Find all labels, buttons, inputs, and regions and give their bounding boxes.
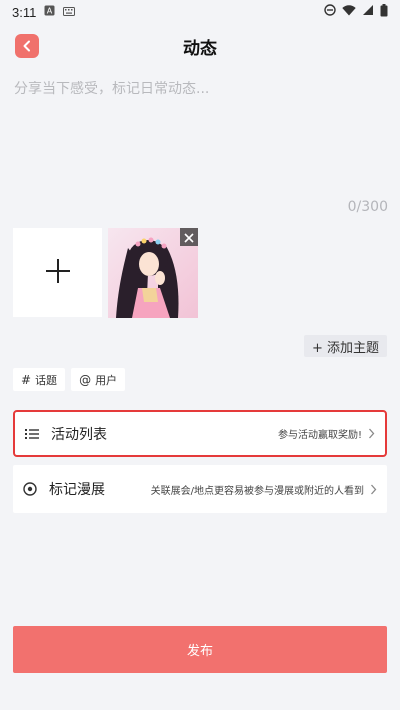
hash-icon: # (21, 372, 32, 387)
header: 动态 (0, 28, 400, 64)
wifi-icon (342, 4, 356, 20)
activity-list-row[interactable]: 活动列表 参与活动赢取奖励! (13, 410, 387, 457)
page-title: 动态 (183, 38, 217, 59)
svg-text:A: A (47, 6, 53, 15)
mention-user-button[interactable]: @ 用户 (71, 368, 126, 391)
add-topic-button[interactable]: + 添加主题 (303, 335, 387, 357)
tag-row: # 话题 @ 用户 (13, 368, 126, 391)
chevron-left-icon (22, 37, 32, 56)
chevron-right-icon (368, 428, 375, 439)
back-button[interactable] (15, 34, 39, 58)
do-not-disturb-icon (324, 4, 336, 20)
at-icon: @ (79, 372, 92, 387)
add-photo-button[interactable] (13, 228, 102, 317)
keyboard-icon (63, 5, 76, 20)
topic-tag-button[interactable]: # 话题 (13, 368, 66, 391)
a-badge-icon: A (44, 5, 55, 20)
activity-list-title: 活动列表 (51, 426, 107, 443)
list-icon (25, 428, 45, 440)
mark-expo-hint: 关联展会/地点更容易被参与漫展或附近的人看到 (150, 485, 364, 497)
activity-list-hint: 参与活动赢取奖励! (277, 430, 362, 441)
remove-photo-button[interactable] (180, 228, 198, 246)
post-content-input[interactable] (14, 81, 386, 97)
composer (14, 78, 386, 218)
status-time: 3:11 (12, 4, 37, 20)
status-right (324, 3, 388, 21)
status-bar: 3:11 A (0, 0, 400, 24)
tag-label: 话题 (35, 373, 58, 387)
location-pin-icon (23, 481, 43, 497)
plus-icon (45, 258, 71, 288)
signal-icon (362, 4, 374, 20)
char-count: 0/300 (347, 199, 388, 215)
close-icon (184, 228, 194, 247)
publish-button[interactable]: 发布 (13, 626, 387, 673)
mark-expo-row[interactable]: 标记漫展 关联展会/地点更容易被参与漫展或附近的人看到 (13, 465, 387, 513)
status-left: 3:11 A (12, 4, 76, 20)
chevron-right-icon (370, 484, 377, 495)
mark-expo-title: 标记漫展 (49, 482, 105, 498)
battery-icon (380, 3, 388, 21)
tag-label: 用户 (95, 373, 118, 387)
